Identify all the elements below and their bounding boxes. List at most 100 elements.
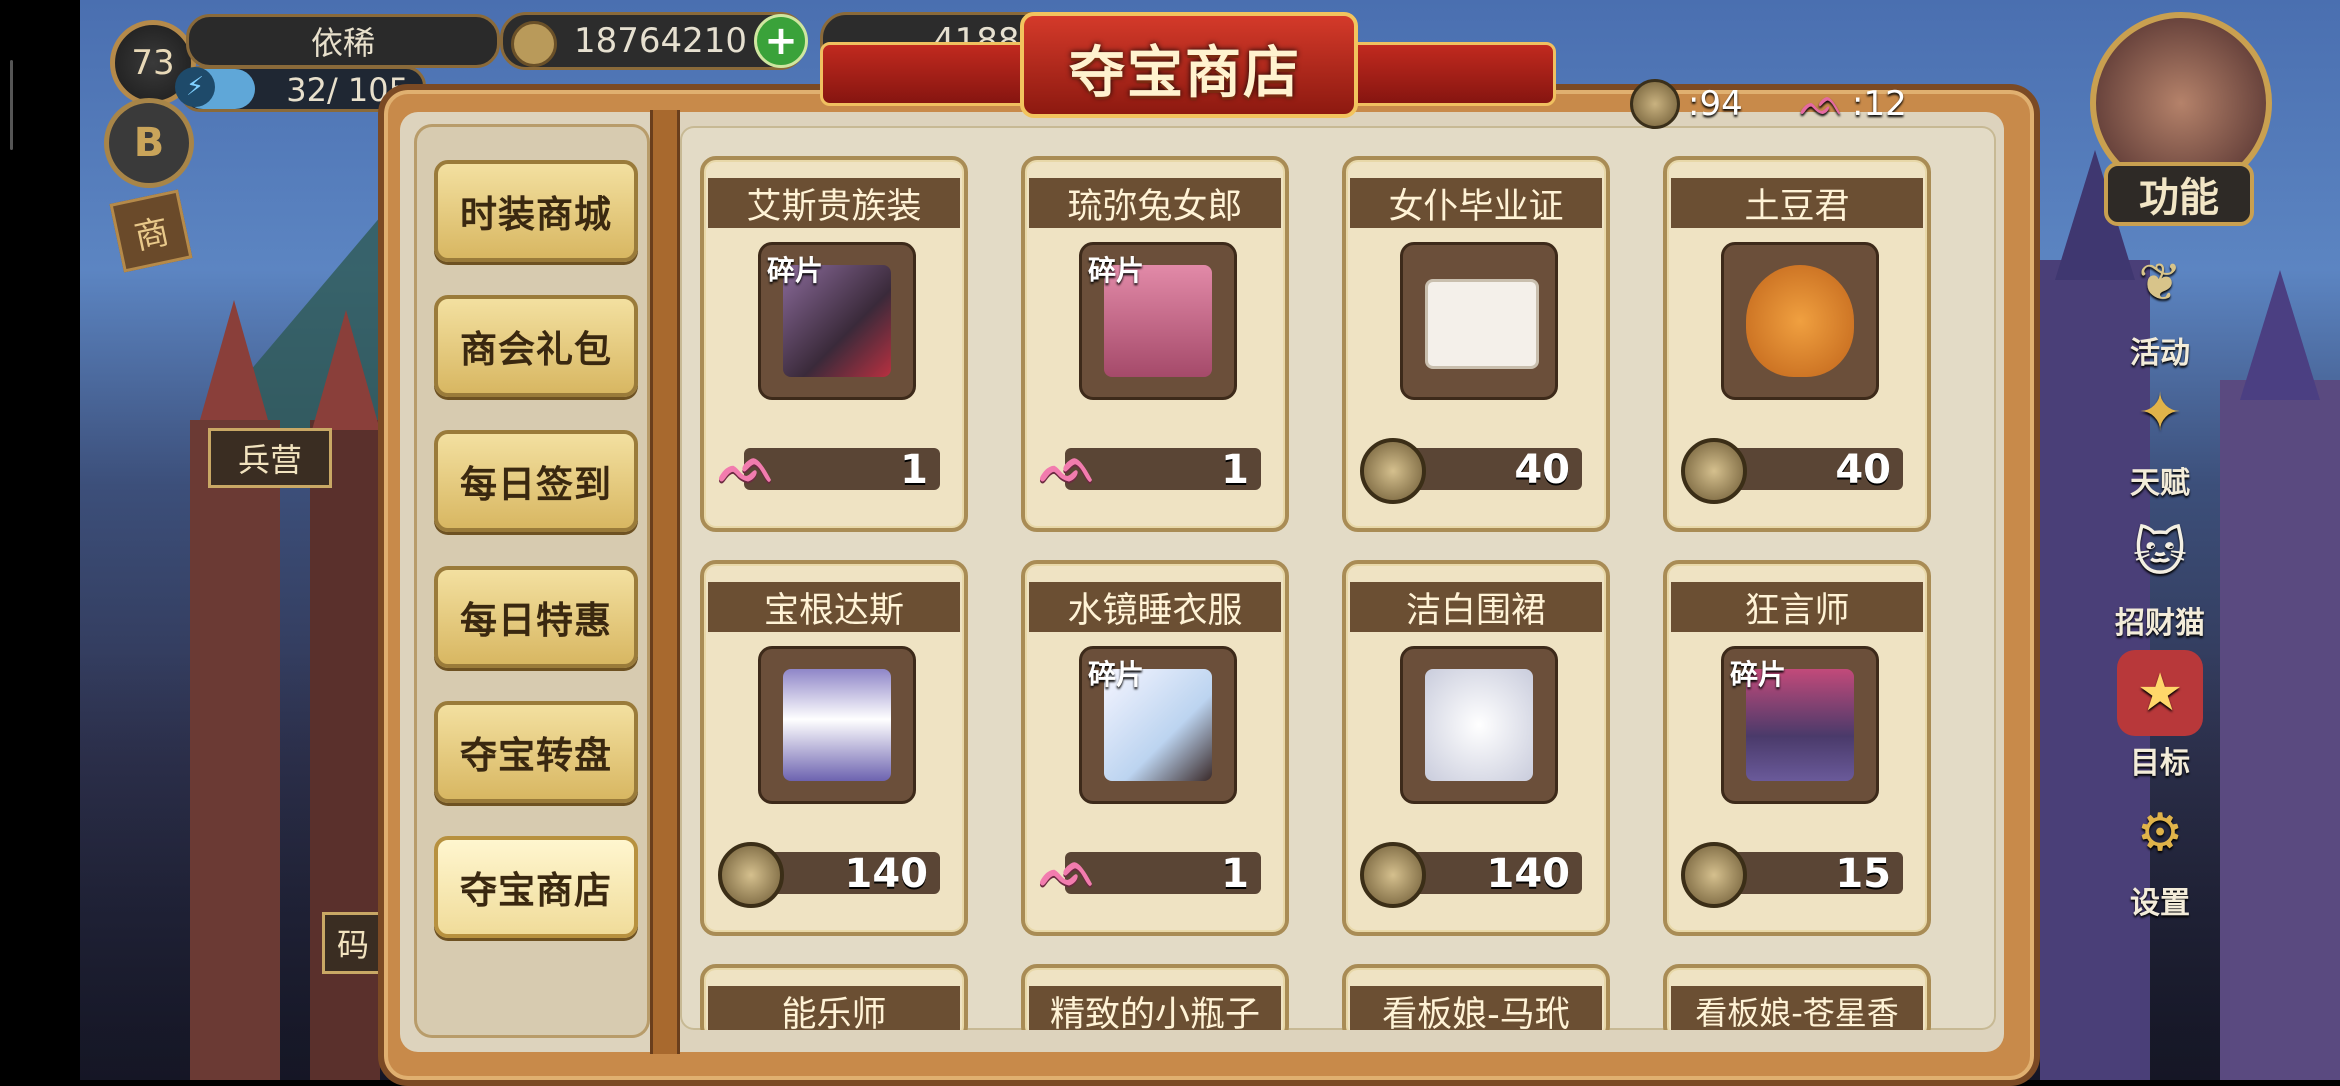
- item-name: 土豆君: [1671, 178, 1923, 228]
- gear-icon: ⚙: [2136, 803, 2184, 863]
- handle-indicator: [10, 60, 13, 150]
- nav-guild-pack[interactable]: 商会礼包: [434, 295, 638, 397]
- nav-fashion-mall[interactable]: 时装商城: [434, 160, 638, 262]
- ice-cream-art: [783, 669, 891, 781]
- lucky-cat-button[interactable]: 🐱 招财猫: [2100, 510, 2220, 642]
- item-price[interactable]: ᨒ 1: [1039, 439, 1261, 493]
- tower: [190, 420, 280, 1080]
- function-menu[interactable]: 功能: [2090, 12, 2272, 226]
- nav-daily-signin[interactable]: 每日签到: [434, 430, 638, 532]
- dock-sign[interactable]: 码: [322, 912, 384, 974]
- bunny-balance: ᨒ :12: [1800, 80, 1907, 128]
- shop-item[interactable]: 看板娘-苍星香: [1663, 964, 1931, 1030]
- item-price[interactable]: ᨒ 1: [1039, 843, 1261, 897]
- coin-icon: [1630, 79, 1680, 129]
- settings-label: 设置: [2130, 886, 2190, 921]
- gold-coin-icon: [511, 21, 557, 67]
- item-image: 碎片: [1079, 646, 1237, 804]
- price-value: 40: [1835, 447, 1891, 493]
- item-image: [1721, 242, 1879, 400]
- castle-tower: [2220, 380, 2340, 1080]
- shop-item[interactable]: 琉弥兔女郎 碎片 ᨒ 1: [1021, 156, 1289, 532]
- shop-banner: 夺宝商店: [820, 12, 1556, 118]
- barracks-sign[interactable]: 兵营: [208, 428, 332, 488]
- certificate-art: [1425, 279, 1539, 369]
- item-name: 水镜睡衣服: [1029, 582, 1281, 632]
- shop-item[interactable]: 看板娘-马玳: [1342, 964, 1610, 1030]
- panel-divider: [650, 110, 680, 1054]
- item-price[interactable]: 40: [1360, 438, 1582, 504]
- item-image: [758, 646, 916, 804]
- add-gold-button[interactable]: +: [754, 14, 808, 68]
- item-name: 狂言师: [1671, 582, 1923, 632]
- item-price[interactable]: 140: [718, 842, 940, 908]
- coin-icon: [1360, 842, 1426, 908]
- shop-item[interactable]: 土豆君 40: [1663, 156, 1931, 532]
- activity-button[interactable]: ❦ 活动: [2100, 240, 2220, 372]
- fragment-tag: 碎片: [1088, 254, 1145, 287]
- castle-roof: [2240, 270, 2320, 400]
- bunny-ears-icon: ᨒ: [718, 439, 776, 493]
- shop-item[interactable]: 洁白围裙 140: [1342, 560, 1610, 936]
- lightning-icon: ⚡: [175, 67, 215, 107]
- shop-item[interactable]: 艾斯贵族装 碎片 ᨒ 1: [700, 156, 968, 532]
- price-value: 140: [1486, 851, 1571, 897]
- fragment-tag: 碎片: [1088, 658, 1145, 691]
- price-value: 15: [1835, 851, 1891, 897]
- item-image: 碎片: [1079, 242, 1237, 400]
- shop-item[interactable]: 精致的小瓶子: [1021, 964, 1289, 1030]
- shop-item[interactable]: 宝根达斯 140: [700, 560, 968, 936]
- item-price[interactable]: 15: [1681, 842, 1903, 908]
- system-bar: [0, 0, 80, 1080]
- nav-daily-deal[interactable]: 每日特惠: [434, 566, 638, 668]
- goal-label: 目标: [2130, 746, 2190, 781]
- talent-label: 天赋: [2130, 466, 2190, 501]
- item-price[interactable]: 40: [1681, 438, 1903, 504]
- nav-treasure-wheel[interactable]: 夺宝转盘: [434, 701, 638, 803]
- laurel-icon: ❦: [2138, 253, 2182, 313]
- function-label: 功能: [2104, 162, 2254, 226]
- item-name: 能乐师: [708, 986, 960, 1030]
- tower-roof: [200, 300, 268, 420]
- badge-icon[interactable]: B: [104, 98, 194, 188]
- item-name: 精致的小瓶子: [1029, 986, 1281, 1030]
- shop-item[interactable]: 狂言师 碎片 15: [1663, 560, 1931, 936]
- gold-value: 18764210: [573, 21, 747, 61]
- price-value: 140: [844, 851, 929, 897]
- talent-button[interactable]: ✦ 天赋: [2100, 370, 2220, 502]
- player-name: 依稀: [186, 14, 500, 68]
- lucky-cat-label: 招财猫: [2115, 606, 2205, 641]
- price-value: 1: [900, 447, 928, 493]
- item-price[interactable]: 140: [1360, 842, 1582, 908]
- item-name: 看板娘-苍星香: [1671, 986, 1923, 1030]
- star-icon: ★: [2117, 650, 2203, 736]
- settings-button[interactable]: ⚙ 设置: [2100, 790, 2220, 922]
- item-name: 看板娘-马玳: [1350, 986, 1602, 1030]
- shop-item[interactable]: 能乐师: [700, 964, 968, 1030]
- nav-treasure-shop[interactable]: 夺宝商店: [434, 836, 638, 938]
- coin-balance: :94: [1630, 79, 1743, 129]
- shop-item[interactable]: 女仆毕业证 40: [1342, 156, 1610, 532]
- bunny-ears-icon: ᨒ: [1039, 439, 1097, 493]
- price-value: 40: [1514, 447, 1570, 493]
- shop-item[interactable]: 水镜睡衣服 碎片 ᨒ 1: [1021, 560, 1289, 936]
- coin-icon: [1681, 438, 1747, 504]
- tower: [310, 420, 380, 1080]
- shop-title: 夺宝商店: [1069, 41, 1301, 106]
- item-name: 洁白围裙: [1350, 582, 1602, 632]
- goal-button[interactable]: ★ 目标: [2100, 650, 2220, 782]
- shop-icon[interactable]: 商: [109, 189, 193, 273]
- price-value: 1: [1221, 447, 1249, 493]
- item-image: [1400, 242, 1558, 400]
- tower-roof: [312, 310, 380, 430]
- bunny-ears-icon: ᨒ: [1039, 843, 1097, 897]
- lucky-cat-icon: 🐱: [2132, 523, 2188, 583]
- fragment-tag: 碎片: [1730, 658, 1787, 691]
- item-image: 碎片: [1721, 646, 1879, 804]
- apron-art: [1425, 669, 1533, 781]
- wings-icon: ✦: [2138, 383, 2182, 443]
- coin-icon: [1681, 842, 1747, 908]
- item-price[interactable]: ᨒ 1: [718, 439, 940, 493]
- coin-count: :94: [1688, 84, 1743, 124]
- item-image: 碎片: [758, 242, 916, 400]
